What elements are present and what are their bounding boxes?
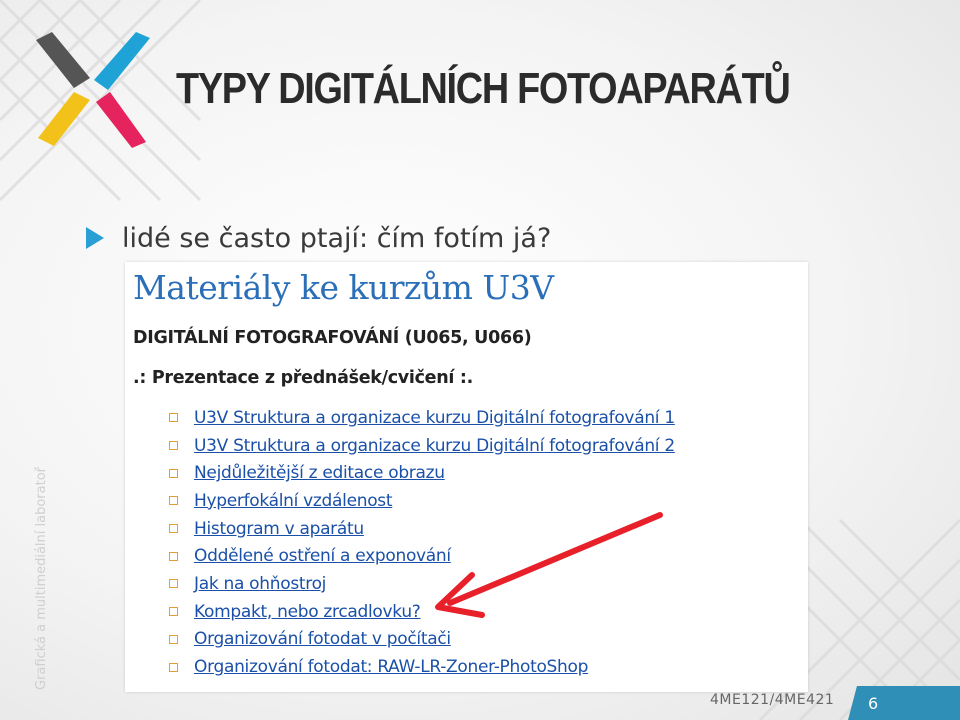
list-item: Organizování fotodat: RAW-LR-Zoner-Photo… (169, 653, 675, 681)
link-fotodata-raw[interactable]: Organizování fotodat: RAW-LR-Zoner-Photo… (194, 657, 588, 677)
square-bullet-icon (169, 468, 178, 478)
square-bullet-icon (169, 413, 178, 423)
square-bullet-icon (169, 607, 178, 617)
course-code: 4ME121/4ME421 (710, 692, 835, 708)
page-number: 6 (868, 694, 879, 713)
screenshot-heading: Materiály ke kurzům U3V (133, 268, 554, 307)
bullet-text: lidé se často ptají: čím fotím já? (122, 222, 552, 254)
embedded-screenshot: Materiály ke kurzům U3V DIGITÁLNÍ FOTOGR… (125, 262, 808, 692)
link-editace[interactable]: Nejdůležitější z editace obrazu (194, 463, 445, 483)
square-bullet-icon (169, 496, 178, 506)
triangle-bullet-icon (86, 227, 104, 249)
square-bullet-icon (169, 551, 178, 561)
link-histogram[interactable]: Histogram v aparátu (194, 519, 364, 539)
slide-title: TYPY DIGITÁLNÍCH FOTOAPARÁTŮ (176, 64, 791, 113)
side-label: Grafická a multimediální laboratoř (34, 466, 49, 690)
page-number-tab (848, 686, 960, 720)
link-struktura-1[interactable]: U3V Struktura a organizace kurzu Digitál… (194, 408, 675, 428)
link-hyperfokalni[interactable]: Hyperfokální vzdálenost (194, 491, 393, 511)
square-bullet-icon (169, 634, 178, 644)
link-struktura-2[interactable]: U3V Struktura a organizace kurzu Digitál… (194, 436, 675, 456)
x-logo-icon (36, 32, 150, 148)
square-bullet-icon (169, 441, 178, 451)
link-kompakt[interactable]: Kompakt, nebo zrcadlovku? (194, 602, 421, 622)
link-ohnostroj[interactable]: Jak na ohňostroj (194, 574, 326, 594)
red-arrow-icon (435, 512, 663, 618)
bullet-line: lidé se často ptají: čím fotím já? (86, 218, 551, 258)
section-subheading: .: Prezentace z přednášek/cvičení :. (133, 368, 473, 388)
square-bullet-icon (169, 662, 178, 672)
course-title: DIGITÁLNÍ FOTOGRAFOVÁNÍ (U065, U066) (133, 328, 532, 348)
square-bullet-icon (169, 524, 178, 534)
list-item: Nejdůležitější z editace obrazu (169, 459, 675, 487)
list-item: Organizování fotodat v počítači (169, 626, 675, 654)
list-item: U3V Struktura a organizace kurzu Digitál… (169, 432, 675, 460)
square-bullet-icon (169, 579, 178, 589)
link-fotodata-pc[interactable]: Organizování fotodat v počítači (194, 629, 451, 649)
list-item: U3V Struktura a organizace kurzu Digitál… (169, 404, 675, 432)
link-ostreni[interactable]: Oddělené ostření a exponování (194, 546, 451, 566)
